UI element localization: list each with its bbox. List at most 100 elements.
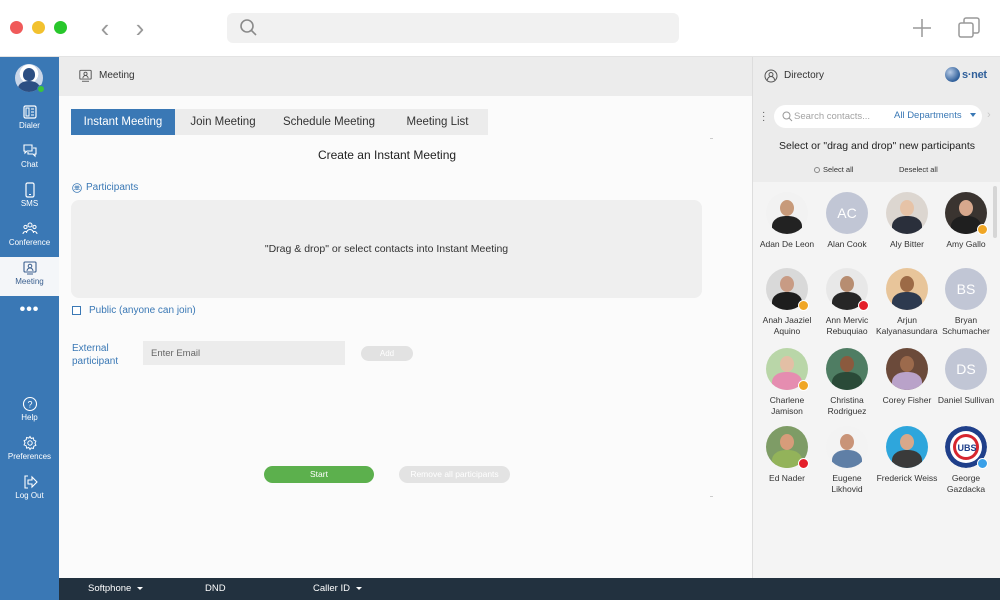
svg-text:UBS: UBS bbox=[957, 443, 976, 453]
contact-item[interactable]: Adan De Leon bbox=[756, 192, 818, 250]
contact-photo bbox=[886, 268, 928, 310]
contact-item[interactable]: UBS George Gazdacka bbox=[935, 426, 997, 495]
caret-down-icon bbox=[137, 586, 144, 590]
contact-item[interactable]: Ann Mervic Rebuquiao bbox=[816, 268, 878, 337]
more-vertical-icon[interactable]: · · · bbox=[762, 108, 766, 126]
contact-grid: Adan De Leon AC Alan Cook Aly Bitter Amy Gal… bbox=[752, 182, 1000, 578]
away-status-icon bbox=[798, 300, 809, 311]
minimize-window-button[interactable] bbox=[32, 21, 45, 34]
search-contacts-input[interactable] bbox=[794, 109, 890, 124]
contact-item[interactable]: Frederick Weiss bbox=[876, 426, 938, 484]
plus-icon[interactable] bbox=[909, 15, 935, 41]
phone-icon bbox=[24, 182, 35, 198]
sidebar-item-label: Help bbox=[21, 413, 38, 422]
contact-item[interactable]: Ed Nader bbox=[756, 426, 818, 484]
sidebar-item-chat[interactable]: Chat bbox=[0, 140, 59, 179]
meeting-panel: Instant Meeting Join Meeting Schedule Me… bbox=[59, 96, 752, 578]
sidebar-item-label: Preferences bbox=[7, 452, 52, 461]
avatar-initials: AC bbox=[826, 192, 868, 234]
avatar-initials: BS bbox=[945, 268, 987, 310]
department-select[interactable]: All Departments bbox=[894, 110, 976, 121]
sidebar-item-preferences[interactable]: Preferences bbox=[0, 432, 59, 471]
public-checkbox[interactable] bbox=[72, 306, 81, 315]
chevron-right-icon[interactable]: › bbox=[987, 109, 991, 121]
caller-id-label: Caller ID bbox=[313, 583, 350, 594]
caller-id-dropdown[interactable]: Caller ID bbox=[313, 583, 362, 594]
contact-item[interactable]: Arjun Kalyanasundaram bbox=[876, 268, 938, 337]
contact-item[interactable]: Amy Gallo bbox=[935, 192, 997, 250]
participants-dropzone[interactable]: "Drag & drop" or select contacts into In… bbox=[71, 200, 702, 298]
contact-name: Adan De Leon bbox=[759, 239, 815, 249]
tab-meeting-list[interactable]: Meeting List bbox=[387, 109, 488, 135]
dnd-toggle[interactable]: DND bbox=[205, 583, 226, 594]
sidebar-item-logout[interactable]: Log Out bbox=[0, 471, 59, 510]
sidebar-item-help[interactable]: ? Help bbox=[0, 393, 59, 432]
remove-all-participants-button[interactable]: Remove all participants bbox=[399, 466, 510, 483]
contact-avatar bbox=[886, 348, 928, 390]
maximize-window-button[interactable] bbox=[54, 21, 67, 34]
add-button[interactable]: Add bbox=[361, 346, 413, 361]
close-window-button[interactable] bbox=[10, 21, 23, 34]
contact-item[interactable]: BS Bryan Schumacher bbox=[935, 268, 997, 337]
email-input[interactable] bbox=[143, 341, 345, 365]
user-avatar[interactable] bbox=[15, 64, 45, 93]
chevron-right-icon[interactable]: › bbox=[128, 14, 152, 42]
window-titlebar: ‹ › bbox=[0, 0, 1000, 57]
softphone-label: Softphone bbox=[88, 583, 132, 594]
contact-name: Anah Jaaziel Aquino bbox=[762, 315, 812, 336]
contact-item[interactable]: Anah Jaaziel Aquino bbox=[756, 268, 818, 337]
sidebar-item-sms[interactable]: SMS bbox=[0, 179, 59, 218]
sidebar-item-dialer[interactable]: Dialer bbox=[0, 101, 59, 140]
away-status-icon bbox=[798, 380, 809, 391]
online-status-indicator bbox=[37, 85, 45, 93]
more-menu-button[interactable]: ••• bbox=[0, 301, 59, 319]
select-all-label: Select all bbox=[823, 165, 854, 174]
directory-title: Directory bbox=[784, 70, 825, 81]
divider-mark bbox=[710, 496, 713, 497]
snet-logo: s·net bbox=[945, 67, 987, 82]
chat-icon bbox=[22, 144, 37, 158]
contact-avatar bbox=[766, 268, 809, 311]
contact-search: All Departments bbox=[774, 105, 982, 128]
contact-avatar bbox=[886, 426, 928, 468]
start-button[interactable]: Start bbox=[264, 466, 374, 483]
contact-name: Corey Fisher bbox=[882, 395, 932, 405]
sidebar-item-meeting[interactable]: Meeting bbox=[0, 257, 59, 296]
contact-item[interactable]: Christina Rodriguez bbox=[816, 348, 878, 417]
contact-name: Daniel Sullivan bbox=[937, 395, 995, 405]
dnd-status-icon bbox=[858, 300, 869, 311]
public-checkbox-row[interactable]: Public (anyone can join) bbox=[72, 305, 196, 316]
contact-item[interactable]: Corey Fisher bbox=[876, 348, 938, 406]
contact-name: Ann Mervic Rebuquiao bbox=[825, 315, 869, 336]
contact-name: Bryan Schumacher bbox=[942, 315, 990, 336]
svg-text:?: ? bbox=[27, 400, 32, 410]
app-sidebar: Dialer Chat SMS Conference Meeting ••• ?… bbox=[0, 57, 59, 600]
select-all-radio[interactable]: Select all bbox=[814, 165, 853, 174]
contact-item[interactable]: Charlene Jamison bbox=[756, 348, 818, 417]
contact-avatar: BS bbox=[945, 268, 987, 310]
softphone-dropdown[interactable]: Softphone bbox=[88, 583, 144, 594]
contact-item[interactable]: Eugene Likhovid bbox=[816, 426, 878, 495]
logout-icon bbox=[23, 475, 38, 489]
copy-windows-icon[interactable] bbox=[956, 15, 982, 41]
contact-name: Arjun Kalyanasundaram bbox=[876, 315, 938, 336]
address-bar[interactable] bbox=[227, 13, 679, 43]
contacts-scrollbar[interactable] bbox=[993, 186, 997, 238]
tab-schedule-meeting[interactable]: Schedule Meeting bbox=[271, 109, 387, 135]
chevron-left-icon[interactable]: ‹ bbox=[93, 14, 117, 42]
participants-text: Participants bbox=[86, 182, 139, 193]
section-title: Create an Instant Meeting bbox=[317, 148, 457, 162]
tab-join-meeting[interactable]: Join Meeting bbox=[175, 109, 271, 135]
contact-item[interactable]: DS Daniel Sullivan bbox=[935, 348, 997, 406]
contact-name: Frederick Weiss bbox=[876, 473, 938, 483]
contact-name: Christina Rodriguez bbox=[827, 395, 867, 416]
sidebar-item-conference[interactable]: Conference bbox=[0, 218, 59, 257]
contact-item[interactable]: AC Alan Cook bbox=[816, 192, 878, 250]
gear-icon bbox=[22, 435, 37, 451]
directory-header: Directory s·net bbox=[752, 57, 1000, 96]
deselect-all-link[interactable]: Deselect all bbox=[899, 165, 938, 174]
contact-avatar bbox=[886, 192, 928, 234]
tab-instant-meeting[interactable]: Instant Meeting bbox=[71, 109, 175, 135]
public-label: Public (anyone can join) bbox=[89, 305, 196, 316]
contact-item[interactable]: Aly Bitter bbox=[876, 192, 938, 250]
